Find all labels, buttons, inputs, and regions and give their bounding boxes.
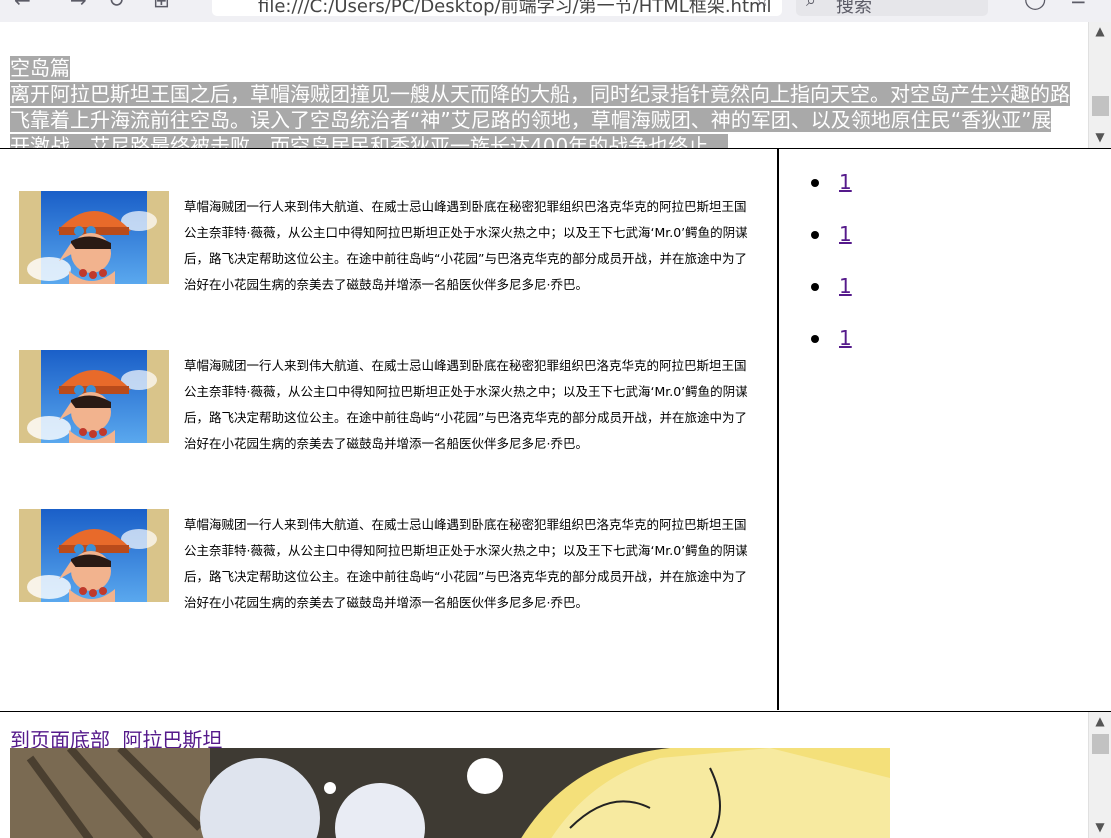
right-frame: 1 1 1 1 <box>778 149 1111 710</box>
address-bar[interactable]: file:///C:/Users/PC/Desktop/前端学习/第一节/HTM… <box>212 0 782 17</box>
item-description: 草帽海贼团一行人来到伟大航道、在威士忌山峰遇到卧底在秘密犯罪组织巴洛克华克的阿拉… <box>184 358 748 451</box>
bookmark-star-icon[interactable]: ☆ <box>754 0 770 11</box>
list-item: 草帽海贼团一行人来到伟大航道、在威士忌山峰遇到卧底在秘密犯罪组织巴洛克华克的阿拉… <box>19 350 759 451</box>
section-heading: 空岛篇 <box>10 56 70 80</box>
top-frame-scrollbar[interactable]: ▲ ▼ <box>1088 22 1111 148</box>
back-arrow-icon[interactable]: ← <box>14 0 31 12</box>
nav-link-3[interactable]: 1 <box>839 273 852 299</box>
character-thumbnail <box>19 509 169 602</box>
search-box[interactable]: ⌕ 搜索 <box>796 0 988 17</box>
item-description: 草帽海贼团一行人来到伟大航道、在威士忌山峰遇到卧底在秘密犯罪组织巴洛克华克的阿拉… <box>184 199 748 292</box>
bullet-icon <box>811 231 819 239</box>
bottom-frame-scrollbar[interactable]: ▲ ▼ <box>1088 712 1111 838</box>
top-frame: 空岛篇 离开阿拉巴斯坦王国之后，草帽海贼团撞见一艘从天而降的大船，同时纪录指针竟… <box>0 22 1111 149</box>
anime-scene-image <box>10 748 890 838</box>
search-placeholder: 搜索 <box>836 0 872 17</box>
item-description: 草帽海贼团一行人来到伟大航道、在威士忌山峰遇到卧底在秘密犯罪组织巴洛克华克的阿拉… <box>184 517 748 610</box>
browser-toolbar: ← → ↻ ⊞ file:///C:/Users/PC/Desktop/前端学习… <box>0 0 1111 22</box>
library-icon[interactable]: ⊞ <box>153 0 170 12</box>
character-thumbnail <box>19 350 169 443</box>
bullet-icon <box>811 179 819 187</box>
bullet-icon <box>811 335 819 343</box>
section-paragraph: 离开阿拉巴斯坦王国之后，草帽海贼团撞见一艘从天而降的大船，同时纪录指针竟然向上指… <box>10 82 1070 148</box>
scroll-down-icon[interactable]: ▼ <box>1089 820 1111 834</box>
nav-link-2[interactable]: 1 <box>839 221 852 247</box>
bullet-icon <box>811 283 819 291</box>
bottom-frame: 到页面底部 阿拉巴斯坦 ▲ ▼ <box>0 711 1111 838</box>
address-bar-text: file:///C:/Users/PC/Desktop/前端学习/第一节/HTM… <box>258 0 772 17</box>
scroll-down-icon[interactable]: ▼ <box>1089 130 1111 144</box>
account-icon[interactable]: ◯ <box>1024 0 1046 10</box>
scroll-thumb[interactable] <box>1092 96 1109 116</box>
scroll-thumb[interactable] <box>1092 734 1109 754</box>
character-thumbnail <box>19 191 169 284</box>
menu-icon[interactable]: ≡ <box>1070 0 1087 10</box>
list-item: 草帽海贼团一行人来到伟大航道、在威士忌山峰遇到卧底在秘密犯罪组织巴洛克华克的阿拉… <box>19 191 759 292</box>
nav-link-4[interactable]: 1 <box>839 325 852 351</box>
reload-icon[interactable]: ↻ <box>108 0 125 12</box>
top-frame-content: 空岛篇 离开阿拉巴斯坦王国之后，草帽海贼团撞见一艘从天而降的大船，同时纪录指针竟… <box>10 55 1070 148</box>
nav-link-1[interactable]: 1 <box>839 169 852 195</box>
list-item: 草帽海贼团一行人来到伟大航道、在威士忌山峰遇到卧底在秘密犯罪组织巴洛克华克的阿拉… <box>19 509 759 610</box>
left-frame: 草帽海贼团一行人来到伟大航道、在威士忌山峰遇到卧底在秘密犯罪组织巴洛克华克的阿拉… <box>0 149 778 710</box>
forward-arrow-icon[interactable]: → <box>70 0 87 12</box>
scroll-up-icon[interactable]: ▲ <box>1089 24 1111 38</box>
scroll-up-icon[interactable]: ▲ <box>1089 714 1111 728</box>
search-icon: ⌕ <box>806 0 817 11</box>
